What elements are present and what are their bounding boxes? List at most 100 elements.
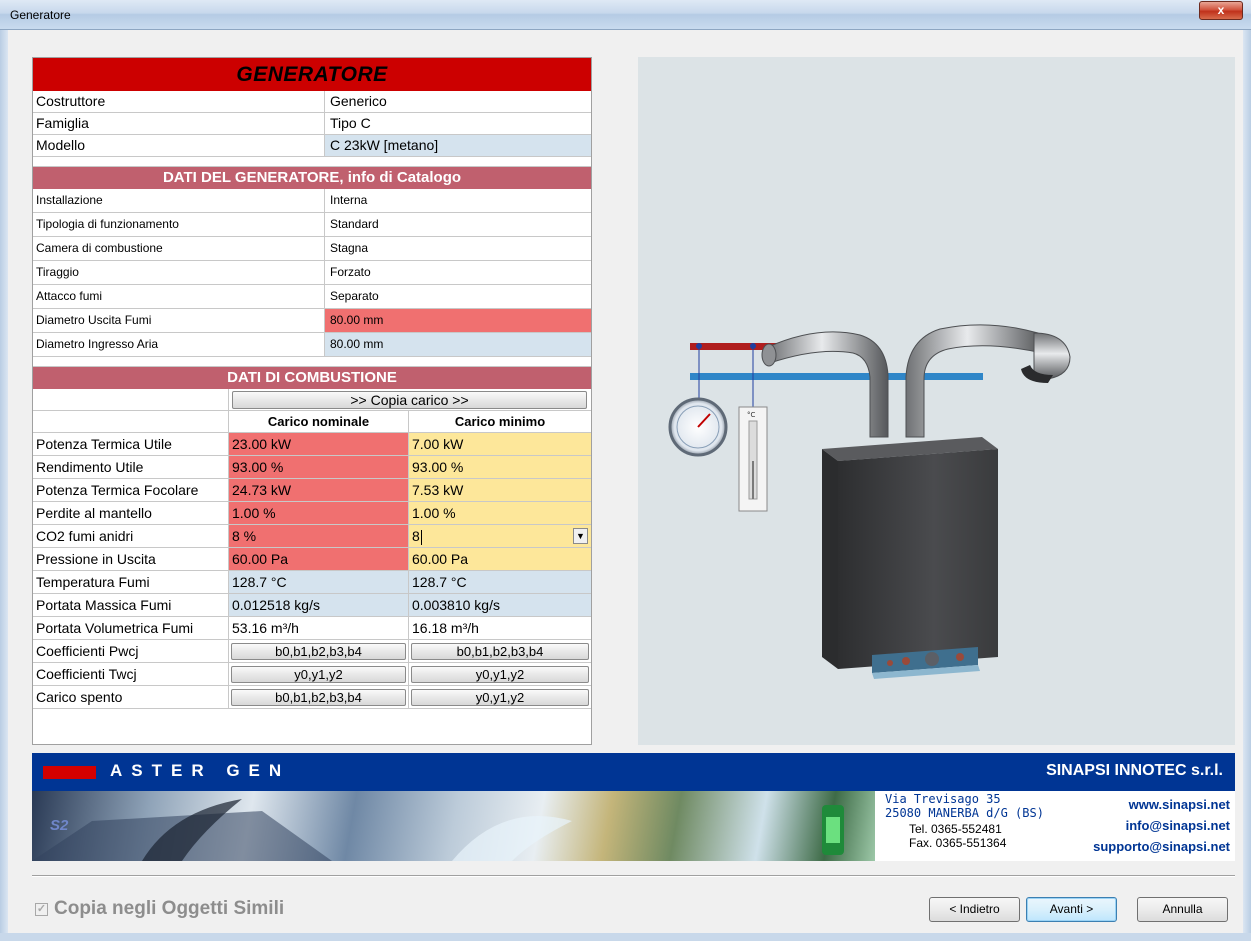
portata-massica-label: Portata Massica Fumi [33, 594, 229, 616]
row-camera-combustione[interactable]: Camera di combustione Stagna [33, 237, 591, 261]
window-frame-right [1243, 30, 1251, 941]
coefficienti-twcj-nominal-button[interactable]: y0,y1,y2 [231, 666, 406, 683]
copy-load-row: >> Copia carico >> [33, 389, 591, 411]
support-email-link[interactable]: supporto@sinapsi.net [1093, 836, 1230, 857]
checkbox-checked-icon[interactable]: ✓ [35, 903, 48, 916]
col-carico-minimo: Carico minimo [454, 414, 546, 429]
row-costruttore[interactable]: Costruttore Generico [33, 91, 591, 113]
potenza-termica-utile-nominal[interactable]: 23.00 kW [229, 433, 409, 455]
tipologia-value[interactable]: Standard [325, 213, 591, 236]
co2-fumi-minimum-value[interactable]: 8 [412, 528, 420, 544]
generator-data-panel: GENERATORE Costruttore Generico Famiglia… [32, 57, 592, 745]
diametro-ingresso-label: Diametro Ingresso Aria [33, 333, 325, 356]
row-carico-spento[interactable]: Carico spento b0,b1,b2,b3,b4 y0,y1,y2 [33, 686, 591, 709]
cold-water-pipe [690, 373, 983, 380]
control-knob-2 [902, 657, 910, 665]
flue-terminal-right [1033, 332, 1071, 380]
row-attacco-fumi[interactable]: Attacco fumi Separato [33, 285, 591, 309]
info-email-link[interactable]: info@sinapsi.net [1093, 815, 1230, 836]
web-contacts: www.sinapsi.net info@sinapsi.net support… [1093, 794, 1230, 857]
potenza-termica-utile-minimum[interactable]: 7.00 kW [409, 433, 591, 455]
next-button[interactable]: Avanti > [1026, 897, 1117, 922]
coefficienti-pwcj-nominal-button[interactable]: b0,b1,b2,b3,b4 [231, 643, 406, 660]
installazione-value[interactable]: Interna [325, 189, 591, 212]
carico-spento-nominal-button[interactable]: b0,b1,b2,b3,b4 [231, 689, 406, 706]
website-link[interactable]: www.sinapsi.net [1093, 794, 1230, 815]
col-carico-nominale: Carico nominale [229, 411, 409, 432]
row-installazione[interactable]: Installazione Interna [33, 189, 591, 213]
catalog-section-title: DATI DEL GENERATORE, info di Catalogo [33, 167, 591, 189]
row-portata-volumetrica[interactable]: Portata Volumetrica Fumi 53.16 m³/h 16.1… [33, 617, 591, 640]
flue-pipe-left-end [761, 343, 777, 367]
rendimento-utile-nominal[interactable]: 93.00 % [229, 456, 409, 478]
attacco-fumi-value[interactable]: Separato [325, 285, 591, 308]
generator-title: GENERATORE [33, 58, 591, 91]
row-potenza-termica-utile[interactable]: Potenza Termica Utile 23.00 kW 7.00 kW [33, 433, 591, 456]
address-street: Via Trevisago 35 [885, 792, 1001, 806]
window-close-button[interactable]: x [1199, 1, 1243, 20]
co2-fumi-minimum-dropdown[interactable]: 8 ▼ [409, 525, 591, 547]
temperatura-fumi-minimum: 128.7 °C [409, 571, 591, 593]
potenza-termica-utile-label: Potenza Termica Utile [33, 433, 229, 455]
copy-similar-label: Copia negli Oggetti Simili [54, 898, 285, 919]
modello-value[interactable]: C 23kW [metano] [325, 135, 591, 156]
back-button[interactable]: < Indietro [929, 897, 1020, 922]
row-rendimento-utile[interactable]: Rendimento Utile 93.00 % 93.00 % [33, 456, 591, 479]
chevron-down-icon[interactable]: ▼ [573, 528, 588, 544]
row-diametro-ingresso[interactable]: Diametro Ingresso Aria 80.00 mm [33, 333, 591, 357]
potenza-termica-focolare-minimum[interactable]: 7.53 kW [409, 479, 591, 501]
row-temperatura-fumi[interactable]: Temperatura Fumi 128.7 °C 128.7 °C [33, 571, 591, 594]
row-coefficienti-pwcj[interactable]: Coefficienti Pwcj b0,b1,b2,b3,b4 b0,b1,b… [33, 640, 591, 663]
coefficienti-pwcj-label: Coefficienti Pwcj [33, 640, 229, 662]
thermometer-mercury [752, 461, 754, 499]
costruttore-value[interactable]: Generico [325, 91, 591, 112]
control-knob-4 [956, 653, 964, 661]
row-portata-massica[interactable]: Portata Massica Fumi 0.012518 kg/s 0.003… [33, 594, 591, 617]
cancel-button[interactable]: Annulla [1137, 897, 1228, 922]
potenza-termica-focolare-nominal[interactable]: 24.73 kW [229, 479, 409, 501]
pressione-uscita-minimum[interactable]: 60.00 Pa [409, 548, 591, 570]
camera-combustione-value[interactable]: Stagna [325, 237, 591, 260]
row-potenza-termica-focolare[interactable]: Potenza Termica Focolare 24.73 kW 7.53 k… [33, 479, 591, 502]
row-coefficienti-twcj[interactable]: Coefficienti Twcj y0,y1,y2 y0,y1,y2 [33, 663, 591, 686]
carico-spento-minimum-button[interactable]: y0,y1,y2 [411, 689, 589, 706]
diametro-ingresso-value[interactable]: 80.00 mm [325, 333, 591, 356]
row-famiglia[interactable]: Famiglia Tipo C [33, 113, 591, 135]
portata-massica-nominal: 0.012518 kg/s [229, 594, 409, 616]
famiglia-value[interactable]: Tipo C [325, 113, 591, 134]
row-tipologia[interactable]: Tipologia di funzionamento Standard [33, 213, 591, 237]
coefficienti-twcj-minimum-button[interactable]: y0,y1,y2 [411, 666, 589, 683]
perdite-mantello-nominal[interactable]: 1.00 % [229, 502, 409, 524]
pressione-uscita-nominal[interactable]: 60.00 Pa [229, 548, 409, 570]
copy-similar-checkbox[interactable]: ✓ Copia negli Oggetti Simili [35, 898, 284, 920]
row-co2-fumi[interactable]: CO2 fumi anidri 8 % 8 ▼ [33, 525, 591, 548]
portata-volumetrica-minimum: 16.18 m³/h [412, 620, 479, 636]
diametro-uscita-value[interactable]: 80.00 mm [325, 309, 591, 332]
camera-combustione-label: Camera di combustione [33, 237, 325, 260]
co2-fumi-nominal[interactable]: 8 % [229, 525, 409, 547]
rendimento-utile-minimum[interactable]: 93.00 % [409, 456, 591, 478]
tiraggio-value[interactable]: Forzato [325, 261, 591, 284]
costruttore-label: Costruttore [33, 91, 325, 112]
copy-load-button[interactable]: >> Copia carico >> [232, 391, 587, 409]
potenza-termica-focolare-label: Potenza Termica Focolare [33, 479, 229, 501]
coefficienti-pwcj-minimum-button[interactable]: b0,b1,b2,b3,b4 [411, 643, 589, 660]
row-pressione-uscita[interactable]: Pressione in Uscita 60.00 Pa 60.00 Pa [33, 548, 591, 571]
phone-tel: Tel. 0365-552481 [909, 822, 1002, 836]
banner-header: ASTER GEN SINAPSI INNOTEC s.r.l. [32, 753, 1235, 791]
row-modello[interactable]: Modello C 23kW [metano] [33, 135, 591, 157]
pressione-uscita-label: Pressione in Uscita [33, 548, 229, 570]
boiler-illustration-panel: °C [638, 57, 1235, 745]
tiraggio-label: Tiraggio [33, 261, 325, 284]
portata-volumetrica-label: Portata Volumetrica Fumi [33, 617, 229, 639]
boiler-illustration: °C [668, 324, 1071, 679]
control-knob-3 [925, 652, 939, 666]
perdite-mantello-minimum[interactable]: 1.00 % [409, 502, 591, 524]
row-tiraggio[interactable]: Tiraggio Forzato [33, 261, 591, 285]
banner-body: S2 Via Trevisago 35 25080 MANERBA d/G (B… [32, 791, 1235, 861]
row-diametro-uscita[interactable]: Diametro Uscita Fumi 80.00 mm [33, 309, 591, 333]
combustion-column-headers: Carico nominale Carico minimo [33, 411, 591, 433]
tipologia-label: Tipologia di funzionamento [33, 213, 325, 236]
address-city: 25080 MANERBA d/G (BS) [885, 806, 1044, 820]
row-perdite-mantello[interactable]: Perdite al mantello 1.00 % 1.00 % [33, 502, 591, 525]
